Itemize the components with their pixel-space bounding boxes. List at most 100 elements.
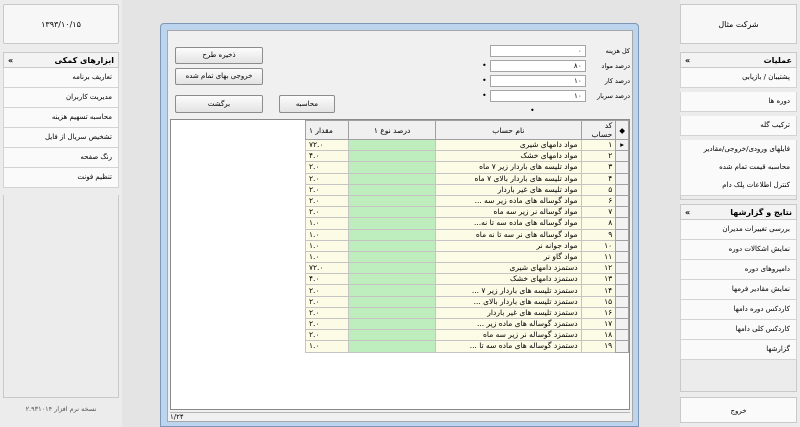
table-row[interactable]: ۱۵ دستمزد تلیسه های باردار بالای ... ۲.۰ [304, 295, 629, 308]
cell-name[interactable]: دستمزد گوساله های ماده سه تا ... [435, 340, 582, 353]
overhead-pct-input[interactable]: ۱۰ [490, 90, 586, 102]
cell-name[interactable]: دستمزد گوساله نر زیر سه ماه [435, 329, 582, 342]
cell-name[interactable]: دستمزد گوساله های ماده زیر ... [435, 317, 582, 331]
cell-pct[interactable] [348, 284, 437, 297]
table-row[interactable]: ۲ مواد دامهای خشک ۴.۰ [304, 150, 629, 163]
table-row[interactable]: ۵ مواد تلیسه های غیر باردار ۲.۰ [304, 183, 629, 196]
table-row[interactable]: ۱۹ دستمزد گوساله های ماده سه تا ... ۱.۰ [304, 340, 629, 353]
menu-program-definitions[interactable]: تعاریف برنامه [3, 68, 119, 88]
cell-qty[interactable]: ۱.۰ [304, 250, 350, 264]
cell-qty[interactable]: ۲.۰ [304, 206, 350, 219]
table-row[interactable]: ۳ مواد تلیسه های باردار زیر ۷ ماه ۲.۰ [304, 161, 629, 174]
column-header-qty[interactable]: مقدار ۱ [304, 120, 350, 140]
menu-serial-detect[interactable]: تشخیص سریال از فایل [3, 128, 119, 148]
operations-panel-header[interactable]: عملیات » [680, 52, 797, 68]
menu-form-values[interactable]: نمایش مقادیر فرمها [680, 280, 797, 300]
row-indicator[interactable]: ▸ [615, 138, 629, 152]
cell-name[interactable]: دستمزد تلیسه های غیر باردار [435, 306, 582, 320]
cell-qty[interactable]: ۲.۰ [304, 329, 350, 342]
menu-manager-changes[interactable]: بررسی تغییرات مدیران [680, 220, 797, 240]
row-indicator[interactable] [615, 340, 629, 353]
row-indicator[interactable] [615, 150, 629, 163]
menu-backup-restore[interactable]: پشتیبان / بازیابی [680, 68, 797, 88]
cell-code[interactable]: ۱۵ [580, 295, 617, 308]
cell-pct[interactable] [348, 295, 437, 308]
save-design-button[interactable]: ذخیره طرح [175, 47, 263, 64]
menu-user-management[interactable]: مدیریت کاربران [3, 88, 119, 108]
cell-name[interactable]: مواد تلیسه های غیر باردار [435, 183, 582, 196]
cell-name[interactable]: مواد گوساله نر زیر سه ماه [435, 206, 582, 219]
cell-qty[interactable]: ۱.۰ [304, 340, 350, 353]
collapse-chevron-icon[interactable]: » [685, 53, 690, 68]
table-row[interactable]: ▸ ۱ مواد دامهای شیری ۷۲.۰ [304, 138, 629, 152]
cell-name[interactable]: مواد تلیسه های باردار بالای ۷ ماه [435, 172, 582, 185]
cell-pct[interactable] [348, 228, 437, 241]
table-row[interactable]: ۱۴ دستمزد تلیسه های باردار زیر ۷ ... ۲.۰ [304, 284, 629, 297]
cell-code[interactable]: ۶ [580, 194, 617, 208]
cell-name[interactable]: مواد دامهای شیری [435, 138, 582, 152]
accounts-grid[interactable]: ◆ کد حساب نام حساب درصد نوع ۱ مقدار ۱ ▸ ۱… [170, 119, 630, 410]
row-indicator[interactable] [615, 183, 629, 196]
cell-code[interactable]: ۹ [580, 228, 617, 241]
cell-code[interactable]: ۵ [580, 183, 617, 196]
cell-name[interactable]: مواد گوساله های ماده زیر سه ... [435, 194, 582, 208]
cell-code[interactable]: ۳ [580, 161, 617, 174]
cell-qty[interactable]: ۲.۰ [304, 172, 350, 185]
cell-code[interactable]: ۱۴ [580, 284, 617, 297]
export-cost-button[interactable]: خروجی بهای تمام شده [175, 68, 263, 85]
cell-code[interactable]: ۱۸ [580, 329, 617, 342]
row-indicator[interactable] [615, 172, 629, 185]
cell-code[interactable]: ۱۱ [580, 250, 617, 264]
cell-qty[interactable]: ۲.۰ [304, 194, 350, 208]
cell-pct[interactable] [348, 250, 437, 264]
column-header-pct[interactable]: درصد نوع ۱ [348, 120, 437, 140]
row-indicator[interactable] [615, 250, 629, 264]
cell-name[interactable]: مواد دامهای خشک [435, 150, 582, 163]
cell-name[interactable]: مواد گاو نر [435, 250, 582, 264]
cell-pct[interactable] [348, 239, 437, 252]
menu-period-livestock[interactable]: دامپروهای دوره [680, 260, 797, 280]
cell-qty[interactable]: ۱.۰ [304, 217, 350, 230]
row-indicator[interactable] [615, 329, 629, 342]
cell-name[interactable]: مواد گوساله های نر سه تا نه ماه [435, 228, 582, 241]
cell-name[interactable]: مواد تلیسه های باردار زیر ۷ ماه [435, 161, 582, 174]
collapse-chevron-icon[interactable]: » [685, 205, 690, 220]
cell-code[interactable]: ۱۳ [580, 273, 617, 286]
cell-qty[interactable]: ۷۲.۰ [304, 262, 350, 275]
cell-pct[interactable] [348, 217, 437, 230]
menu-page-color[interactable]: رنگ صفحه [3, 148, 119, 168]
table-row[interactable]: ۱۱ مواد گاو نر ۱.۰ [304, 250, 629, 264]
row-indicator[interactable] [615, 217, 629, 230]
cell-pct[interactable] [348, 183, 437, 196]
cell-code[interactable]: ۱۲ [580, 262, 617, 275]
calculate-button[interactable]: محاسبه [279, 95, 335, 113]
cell-qty[interactable]: ۷۲.۰ [304, 138, 350, 152]
cell-pct[interactable] [348, 172, 437, 185]
cell-qty[interactable]: ۴.۰ [304, 150, 350, 163]
tools-panel-header[interactable]: ابزارهای کمکی » [3, 52, 119, 68]
row-indicator[interactable] [615, 317, 629, 331]
column-header-name[interactable]: نام حساب [435, 120, 582, 140]
table-row[interactable]: ۷ مواد گوساله نر زیر سه ماه ۲.۰ [304, 206, 629, 219]
cell-code[interactable]: ۲ [580, 150, 617, 163]
cell-qty[interactable]: ۲.۰ [304, 183, 350, 196]
material-pct-input[interactable]: ۸۰ [490, 60, 586, 72]
cell-pct[interactable] [348, 206, 437, 219]
cell-qty[interactable]: ۴.۰ [304, 273, 350, 286]
cell-qty[interactable]: ۲.۰ [304, 295, 350, 308]
cell-name[interactable]: دستمزد تلیسه های باردار بالای ... [435, 295, 582, 308]
row-selector-header[interactable]: ◆ [615, 120, 629, 140]
row-indicator[interactable] [615, 206, 629, 219]
cell-qty[interactable]: ۲.۰ [304, 306, 350, 320]
cell-pct[interactable] [348, 194, 437, 208]
table-row[interactable]: ۶ مواد گوساله های ماده زیر سه ... ۲.۰ [304, 194, 629, 208]
cell-pct[interactable] [348, 262, 437, 275]
cell-code[interactable]: ۸ [580, 217, 617, 230]
menu-cost-allocation[interactable]: محاسبه تسهیم هزینه [3, 108, 119, 128]
row-indicator[interactable] [615, 295, 629, 308]
cell-pct[interactable] [348, 329, 437, 342]
cell-qty[interactable]: ۱.۰ [304, 239, 350, 252]
cell-qty[interactable]: ۱.۰ [304, 228, 350, 241]
cell-name[interactable]: مواد جوانه نر [435, 239, 582, 252]
reports-panel-header[interactable]: نتایج و گزارشها » [680, 204, 797, 220]
